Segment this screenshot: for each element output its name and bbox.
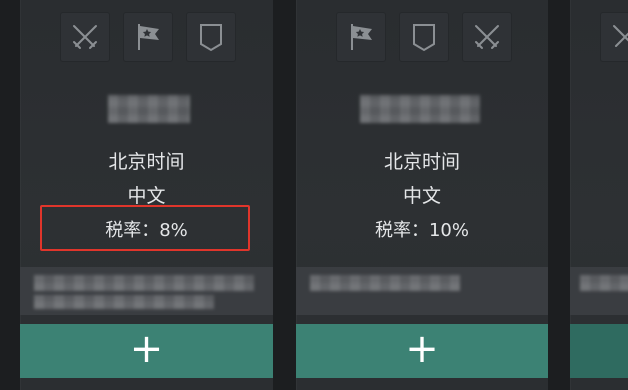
- tax-rate-label: 税率：10%: [374, 220, 469, 241]
- redacted-line: [310, 275, 460, 291]
- server-card: 北京时间 中文 税率：8% +: [20, 0, 273, 390]
- add-button[interactable]: [570, 324, 628, 378]
- add-button[interactable]: +: [296, 324, 548, 378]
- plus-icon: +: [405, 326, 439, 372]
- tax-rate-highlight: [40, 205, 250, 251]
- server-name-redacted: [108, 95, 190, 123]
- redacted-line: [34, 295, 214, 309]
- redacted-line: [34, 275, 254, 291]
- shield-icon: [399, 12, 449, 62]
- redacted-line: [580, 275, 628, 291]
- crossed-swords-icon: [600, 12, 628, 62]
- timezone-label: 北京时间: [383, 151, 460, 173]
- server-name-redacted: [360, 95, 480, 123]
- server-card: [570, 0, 628, 390]
- crossed-swords-icon: [60, 12, 110, 62]
- add-button[interactable]: +: [20, 324, 273, 378]
- star-flag-icon: [123, 12, 173, 62]
- star-flag-icon: [336, 12, 386, 62]
- shield-icon: [186, 12, 236, 62]
- timezone-label: 北京时间: [108, 151, 185, 173]
- language-label: 中文: [127, 185, 166, 207]
- footer-info-redacted: [296, 267, 548, 315]
- language-label: 中文: [402, 185, 441, 207]
- footer-info-redacted: [570, 267, 628, 315]
- footer-info-redacted: [20, 267, 273, 315]
- server-card: 北京时间 中文 税率：10% +: [296, 0, 548, 390]
- crossed-swords-icon: [462, 12, 512, 62]
- plus-icon: +: [129, 326, 164, 372]
